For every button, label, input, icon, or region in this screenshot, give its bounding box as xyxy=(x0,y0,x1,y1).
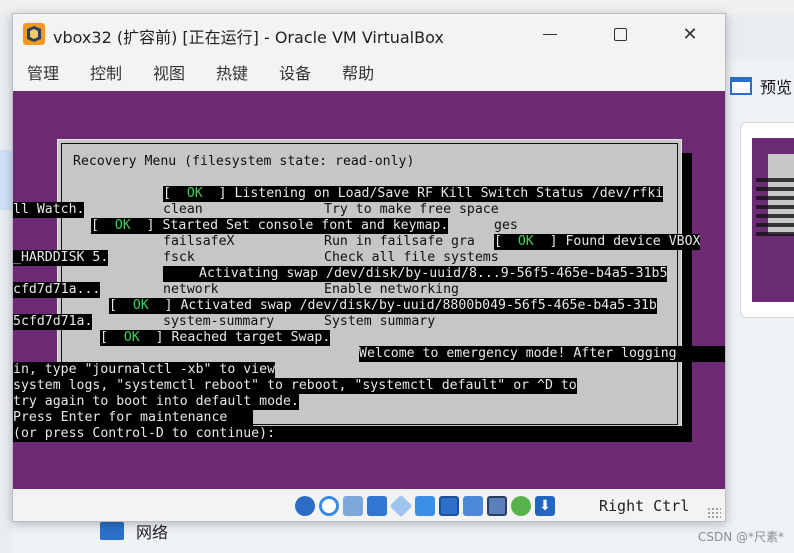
minimize-button[interactable] xyxy=(527,18,573,50)
boot-msg-reached: [ OK ] Reached target Swap. xyxy=(100,330,331,346)
emergency-line-1: in, type "journalctl -xb" to view xyxy=(13,362,276,378)
boot-msg-harddisk: _HARDDISK 5. xyxy=(13,250,109,266)
audio-icon[interactable] xyxy=(343,496,363,516)
emergency-welcome: Welcome to emergency mode! After logging xyxy=(359,346,725,362)
recording-icon[interactable] xyxy=(463,496,483,516)
option-fsck-desc: Check all file systems xyxy=(324,250,499,265)
menu-manage[interactable]: 管理 xyxy=(27,60,59,84)
preview-header: 预览 xyxy=(730,74,792,98)
menu-view[interactable]: 视图 xyxy=(153,60,185,84)
menu-control[interactable]: 控制 xyxy=(90,60,122,84)
option-failsafex-desc: Run in failsafe gra xyxy=(324,234,475,249)
maximize-button[interactable] xyxy=(597,18,643,50)
network-icon[interactable] xyxy=(367,496,387,516)
menu-hotkeys[interactable]: 热键 xyxy=(216,60,248,84)
preview-thumbnail-text xyxy=(756,178,794,238)
desktop-left-strip xyxy=(0,150,12,210)
option-clean-desc: Try to make free space xyxy=(324,202,499,217)
option-clean[interactable]: clean xyxy=(163,202,203,218)
resize-grip[interactable] xyxy=(707,507,721,519)
boot-msg-listening: [ OK ] Listening on Load/Save RF Kill Sw… xyxy=(163,186,664,202)
boot-msg-cfd2: 5cfd7d71a. xyxy=(13,314,93,330)
mouse-integration-icon[interactable] xyxy=(511,496,531,516)
boot-msg-started: [ OK ] Started Set console font and keym… xyxy=(91,218,449,234)
window-title: vbox32 (扩容前) [正在运行] - Oracle VM VirtualB… xyxy=(53,28,444,47)
boot-msg-cfd: cfd7d71a... xyxy=(13,282,101,298)
option-fsck[interactable]: fsck xyxy=(163,250,195,266)
recovery-menu-title: Recovery Menu (filesystem state: read-on… xyxy=(73,154,415,169)
emergency-line-4: Press Enter for maintenance xyxy=(13,410,253,426)
maximize-icon xyxy=(613,27,627,41)
cpu-icon[interactable] xyxy=(487,496,507,516)
close-button[interactable]: ✕ xyxy=(667,18,713,50)
boot-msg-watch: ll Watch. xyxy=(13,202,85,218)
option-network[interactable]: network xyxy=(163,282,219,298)
optical-drive-icon[interactable] xyxy=(295,496,315,516)
emergency-prompt[interactable]: (or press Control-D to continue): xyxy=(13,426,692,442)
shared-folder-icon[interactable] xyxy=(415,496,435,516)
boot-msg-found: [ OK ] Found device VBOX xyxy=(494,234,701,250)
network-icon xyxy=(100,522,124,540)
option-system-summary-desc: System summary xyxy=(324,314,436,329)
preview-window-icon xyxy=(730,77,752,95)
titlebar[interactable]: vbox32 (扩容前) [正在运行] - Oracle VM VirtualB… xyxy=(13,14,725,54)
network-label: 网络 xyxy=(136,523,169,542)
menu-devices[interactable]: 设备 xyxy=(279,60,311,84)
display-icon[interactable] xyxy=(439,496,459,516)
close-icon: ✕ xyxy=(682,23,698,45)
host-key-label: Right Ctrl xyxy=(599,497,690,515)
boot-msg-started-tail: ges xyxy=(494,218,518,233)
desktop-top-strip xyxy=(0,0,794,14)
dialog-shadow-right xyxy=(682,153,692,439)
boot-msg-activated: [ OK ] Activated swap /dev/disk/by-uuid/… xyxy=(109,298,657,314)
option-failsafex[interactable]: failsafeX xyxy=(163,234,234,250)
option-network-desc: Enable networking xyxy=(324,282,459,297)
vm-window: vbox32 (扩容前) [正在运行] - Oracle VM VirtualB… xyxy=(12,13,726,522)
network-section[interactable]: 网络 xyxy=(100,519,168,543)
option-system-summary[interactable]: system-summary xyxy=(163,314,274,330)
emergency-line-3: try again to boot into default mode. xyxy=(13,394,299,410)
menubar: 管理 控制 视图 热键 设备 帮助 xyxy=(13,54,725,90)
boot-msg-activating: Activating swap /dev/disk/by-uuid/8...9-… xyxy=(163,266,668,282)
minimize-icon xyxy=(543,33,557,35)
preview-label: 预览 xyxy=(760,78,793,97)
virtualbox-app-icon xyxy=(23,23,45,45)
vm-screen[interactable]: Recovery Menu (filesystem state: read-on… xyxy=(13,91,725,489)
keyboard-icon[interactable]: ⬇ xyxy=(535,496,555,516)
emergency-line-2: system logs, "systemctl reboot" to reboo… xyxy=(13,378,577,394)
menu-help[interactable]: 帮助 xyxy=(342,60,374,84)
disk-icon[interactable] xyxy=(319,496,339,516)
watermark: CSDN @*尺素* xyxy=(697,530,784,544)
